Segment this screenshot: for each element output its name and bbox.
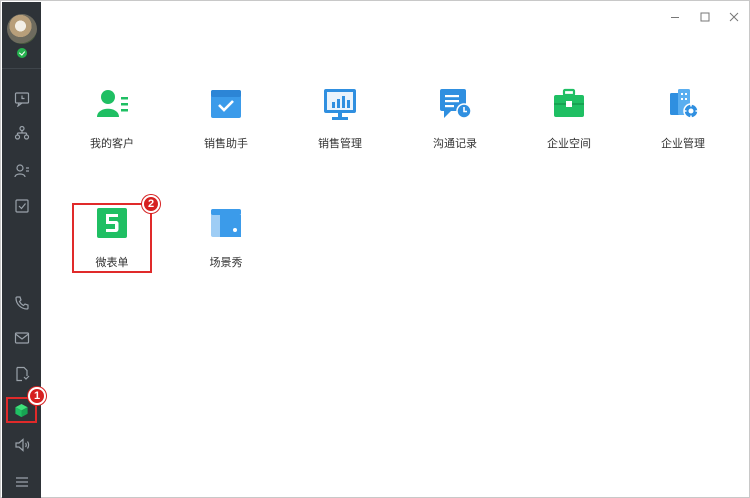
task-check-icon[interactable] bbox=[2, 193, 41, 219]
announcement-icon[interactable] bbox=[2, 432, 41, 458]
contacts-icon[interactable] bbox=[2, 158, 41, 184]
app-enterprise-space[interactable]: 企业空间 bbox=[529, 87, 609, 167]
enterprise-space-icon bbox=[554, 88, 584, 117]
workbench-cube-icon bbox=[15, 403, 28, 417]
scene-show-icon bbox=[211, 209, 241, 237]
online-status-icon bbox=[17, 48, 27, 58]
app-enterprise-management[interactable]: 企业管理 bbox=[643, 87, 723, 167]
step-badge-2: 2 bbox=[142, 195, 160, 213]
app-sales-assistant[interactable]: 销售助手 bbox=[186, 87, 266, 167]
avatar[interactable] bbox=[7, 14, 37, 44]
app-label: 场景秀 bbox=[209, 256, 243, 269]
app-label: 沟通记录 bbox=[433, 137, 477, 150]
mail-icon[interactable] bbox=[2, 325, 41, 351]
minimize-icon[interactable] bbox=[667, 9, 683, 25]
step-badge-1: 1 bbox=[28, 387, 46, 405]
app-label: 企业管理 bbox=[661, 137, 705, 150]
app-label: 销售管理 bbox=[318, 137, 362, 150]
sidebar bbox=[2, 2, 41, 498]
highlight-box bbox=[72, 203, 152, 273]
app-label: 我的客户 bbox=[90, 137, 134, 150]
org-chart-icon[interactable] bbox=[2, 120, 41, 146]
app-my-customers[interactable]: 我的客户 bbox=[72, 87, 152, 167]
app-communication-record[interactable]: 沟通记录 bbox=[415, 87, 495, 167]
close-icon[interactable] bbox=[726, 9, 742, 25]
document-icon[interactable] bbox=[2, 361, 41, 387]
sales-management-icon bbox=[324, 89, 356, 120]
app-label: 企业空间 bbox=[547, 137, 591, 150]
maximize-icon[interactable] bbox=[697, 9, 713, 25]
menu-icon[interactable] bbox=[2, 469, 41, 495]
app-sales-management[interactable]: 销售管理 bbox=[300, 87, 380, 167]
app-window: 1 我的客户 销售助手 销售管理 沟通记录 企业空间 企业管理 微表单 场景秀 … bbox=[0, 0, 750, 498]
sales-assistant-icon bbox=[211, 90, 241, 118]
app-label: 销售助手 bbox=[204, 137, 248, 150]
app-scene-show[interactable]: 场景秀 bbox=[186, 206, 266, 286]
communication-record-icon bbox=[440, 89, 472, 119]
customer-icon bbox=[97, 90, 128, 117]
enterprise-management-icon bbox=[670, 89, 699, 119]
phone-icon[interactable] bbox=[2, 290, 41, 316]
chat-clock-icon[interactable] bbox=[2, 86, 41, 112]
sidebar-divider bbox=[2, 68, 41, 69]
